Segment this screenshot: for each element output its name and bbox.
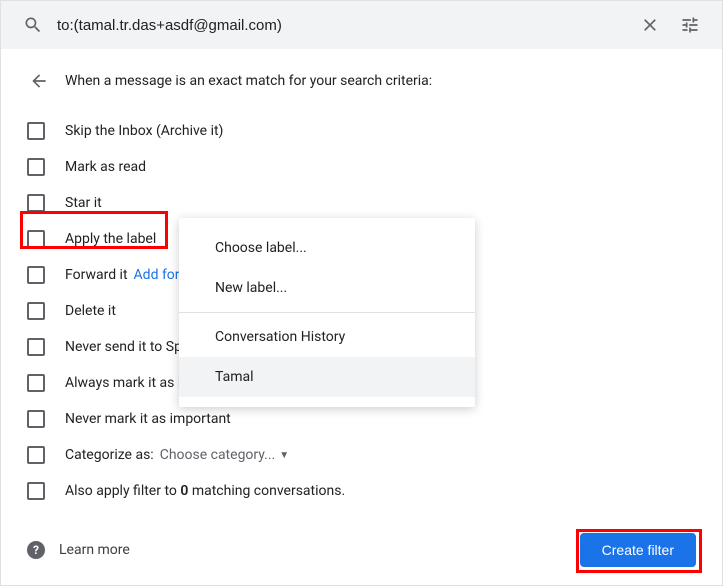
category-dropdown[interactable]: Choose category... ▼ bbox=[160, 447, 289, 463]
checkbox-apply-label[interactable] bbox=[27, 230, 45, 248]
also-apply-post: matching conversations. bbox=[188, 483, 345, 499]
checkbox-mark-read[interactable] bbox=[27, 158, 45, 176]
option-mark-read: Mark as read bbox=[27, 149, 696, 185]
checkbox-skip-inbox[interactable] bbox=[27, 122, 45, 140]
checkbox-never-important[interactable] bbox=[27, 410, 45, 428]
popup-new-label[interactable]: New label... bbox=[179, 268, 475, 308]
label-delete: Delete it bbox=[65, 303, 116, 319]
label-also-apply: Also apply filter to 0 matching conversa… bbox=[65, 483, 345, 499]
search-icon[interactable] bbox=[13, 5, 53, 45]
learn-more-text: Learn more bbox=[59, 542, 130, 558]
header-title: When a message is an exact match for you… bbox=[65, 73, 432, 89]
label-apply-label: Apply the label bbox=[65, 231, 156, 247]
category-value: Choose category... bbox=[160, 447, 276, 463]
option-star: Star it bbox=[27, 185, 696, 221]
option-categorize: Categorize as: Choose category... ▼ bbox=[27, 437, 696, 473]
label-never-important: Never mark it as important bbox=[65, 411, 231, 427]
checkbox-never-spam[interactable] bbox=[27, 338, 45, 356]
popup-choose-label[interactable]: Choose label... bbox=[179, 228, 475, 268]
label-dropdown-menu: Choose label... New label... Conversatio… bbox=[179, 218, 475, 407]
learn-more-link[interactable]: ? Learn more bbox=[27, 541, 130, 559]
popup-tamal[interactable]: Tamal bbox=[179, 357, 475, 397]
caret-down-icon: ▼ bbox=[279, 450, 289, 461]
label-skip-inbox: Skip the Inbox (Archive it) bbox=[65, 123, 223, 139]
label-categorize: Categorize as: bbox=[65, 447, 154, 463]
tune-icon[interactable] bbox=[670, 5, 710, 45]
filter-header: When a message is an exact match for you… bbox=[27, 69, 696, 93]
checkbox-also-apply[interactable] bbox=[27, 482, 45, 500]
create-filter-button[interactable]: Create filter bbox=[580, 533, 696, 567]
popup-conversation-history[interactable]: Conversation History bbox=[179, 317, 475, 357]
also-apply-pre: Also apply filter to bbox=[65, 483, 180, 499]
footer: ? Learn more Create filter bbox=[27, 533, 696, 567]
help-icon: ? bbox=[27, 541, 45, 559]
option-skip-inbox: Skip the Inbox (Archive it) bbox=[27, 113, 696, 149]
label-mark-read: Mark as read bbox=[65, 159, 146, 175]
checkbox-categorize[interactable] bbox=[27, 446, 45, 464]
search-bar bbox=[1, 1, 722, 49]
checkbox-forward[interactable] bbox=[27, 266, 45, 284]
popup-divider bbox=[179, 312, 475, 313]
label-forward: Forward it bbox=[65, 267, 128, 283]
label-star: Star it bbox=[65, 195, 102, 211]
clear-icon[interactable] bbox=[630, 5, 670, 45]
checkbox-delete[interactable] bbox=[27, 302, 45, 320]
search-input[interactable] bbox=[53, 17, 630, 34]
checkbox-star[interactable] bbox=[27, 194, 45, 212]
back-arrow-icon[interactable] bbox=[27, 69, 51, 93]
option-also-apply: Also apply filter to 0 matching conversa… bbox=[27, 473, 696, 509]
checkbox-always-important[interactable] bbox=[27, 374, 45, 392]
